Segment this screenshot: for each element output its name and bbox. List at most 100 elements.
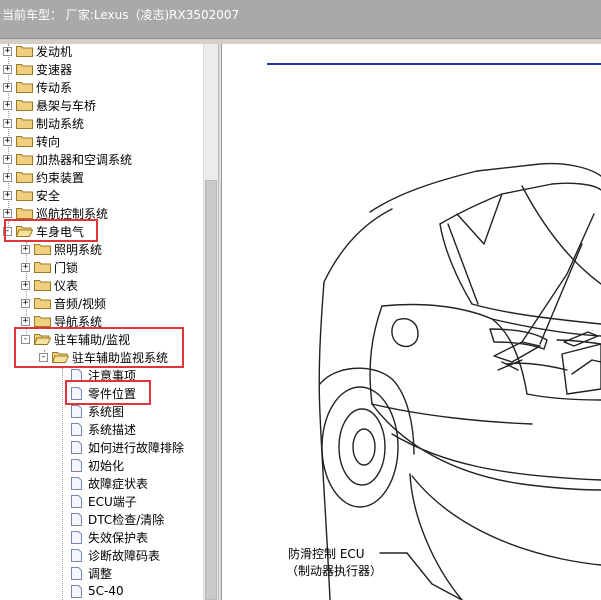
expand-toggle[interactable]: + (3, 64, 12, 74)
highlight-box-part-location (65, 380, 151, 405)
highlight-box-body-electrical (4, 219, 98, 242)
tree-item-drivetrain[interactable]: + 传动系 (3, 78, 72, 96)
doc-item[interactable]: 如何进行故障排除 (71, 438, 184, 456)
tree-item-suspension[interactable]: + 悬架与车桥 (3, 96, 96, 114)
expand-toggle[interactable]: + (3, 46, 12, 56)
navigation-tree[interactable]: + 发动机 + 变速器 + 传动系 + 悬架与车桥 + 制动系统 + 转向 + … (0, 44, 203, 600)
document-icon (71, 440, 82, 454)
folder-icon (16, 190, 33, 201)
folder-icon (16, 64, 33, 75)
current-model-label: 当前车型： 厂家:Lexus（凌志)RX3502007 (2, 8, 240, 22)
tree-item-brakes[interactable]: + 制动系统 (3, 114, 84, 132)
highlight-box-parking-assist (14, 327, 184, 368)
doc-item-label: 诊断故障码表 (88, 548, 161, 563)
folder-icon (16, 208, 33, 219)
folder-icon (34, 280, 51, 291)
expand-toggle[interactable]: + (3, 154, 12, 164)
tree-item-label: 转向 (36, 134, 61, 149)
expand-toggle[interactable]: + (3, 136, 12, 146)
folder-icon (34, 262, 51, 273)
tree-item-label: 安全 (36, 188, 61, 203)
tree-item-steering[interactable]: + 转向 (3, 132, 60, 150)
document-icon (71, 476, 82, 490)
expand-toggle[interactable]: + (21, 298, 30, 308)
tree-item-hvac[interactable]: + 加热器和空调系统 (3, 150, 132, 168)
expand-toggle[interactable]: + (3, 100, 12, 110)
document-icon (71, 404, 82, 418)
tree-connector (62, 368, 63, 600)
expand-toggle[interactable]: + (3, 208, 12, 218)
tree-item-lighting[interactable]: + 照明系统 (21, 240, 102, 258)
expand-toggle[interactable]: + (21, 262, 30, 272)
doc-item[interactable]: 系统描述 (71, 420, 136, 438)
folder-icon (16, 154, 33, 165)
folder-icon (16, 82, 33, 93)
doc-item-label: DTC检查/清除 (88, 512, 165, 527)
document-icon (71, 584, 82, 598)
tree-item-restraints[interactable]: + 约束装置 (3, 168, 84, 186)
title-bar: 当前车型： 厂家:Lexus（凌志)RX3502007 (0, 0, 601, 39)
folder-icon (34, 316, 51, 327)
vehicle-rear-diagram: 防滑控制 ECU （制动器执行器） (267, 63, 601, 600)
doc-item-label: 5C-40 (88, 584, 124, 598)
expand-toggle[interactable]: + (3, 82, 12, 92)
tree-item-label: 制动系统 (36, 116, 85, 131)
tree-scrollbar[interactable] (203, 44, 218, 600)
doc-item-label: 故障症状表 (88, 476, 149, 491)
tree-item-meter[interactable]: + 仪表 (21, 276, 78, 294)
tree-item-safety[interactable]: + 安全 (3, 186, 60, 204)
expand-toggle[interactable]: + (3, 172, 12, 182)
doc-item-label: 如何进行故障排除 (88, 440, 185, 455)
document-view: 防滑控制 ECU （制动器执行器） (222, 44, 601, 600)
document-icon (71, 530, 82, 544)
doc-item-label: 调整 (88, 566, 113, 581)
tree-item-label: 变速器 (36, 62, 73, 77)
doc-item-label: 系统描述 (88, 422, 137, 437)
doc-item[interactable]: 5C-40 (71, 582, 124, 600)
tree-item-label: 音频/视频 (54, 296, 107, 311)
doc-item-label: ECU端子 (88, 494, 137, 509)
document-icon (71, 512, 82, 526)
document-icon (71, 494, 82, 508)
folder-icon (34, 298, 51, 309)
document-icon (71, 566, 82, 580)
expand-toggle[interactable]: + (3, 190, 12, 200)
tree-item-label: 传动系 (36, 80, 73, 95)
document-icon (71, 422, 82, 436)
callout-line1: 防滑控制 ECU (288, 546, 365, 561)
doc-item[interactable]: DTC检查/清除 (71, 510, 164, 528)
folder-icon (16, 100, 33, 111)
scrollbar-thumb[interactable] (205, 180, 217, 600)
tree-item-label: 照明系统 (54, 242, 103, 257)
expand-toggle[interactable]: + (3, 118, 12, 128)
doc-item[interactable]: ECU端子 (71, 492, 137, 510)
tree-item-label: 门锁 (54, 260, 79, 275)
tree-item-transmission[interactable]: + 变速器 (3, 60, 72, 78)
document-icon (71, 458, 82, 472)
doc-item-label: 初始化 (88, 458, 125, 473)
tree-item-door-lock[interactable]: + 门锁 (21, 258, 78, 276)
tree-item-label: 发动机 (36, 44, 73, 59)
tree-item-engine[interactable]: + 发动机 (3, 44, 72, 60)
folder-icon (16, 46, 33, 57)
tree-item-label: 仪表 (54, 278, 79, 293)
expand-toggle[interactable]: + (21, 280, 30, 290)
folder-icon (16, 172, 33, 183)
folder-icon (16, 118, 33, 129)
doc-item-label: 失效保护表 (88, 530, 149, 545)
doc-item[interactable]: 故障症状表 (71, 474, 148, 492)
doc-item[interactable]: 初始化 (71, 456, 124, 474)
tree-item-label: 约束装置 (36, 170, 85, 185)
doc-item[interactable]: 诊断故障码表 (71, 546, 160, 564)
tree-item-label: 加热器和空调系统 (36, 152, 133, 167)
tree-item-label: 悬架与车桥 (36, 98, 97, 113)
expand-toggle[interactable]: + (21, 316, 30, 326)
doc-item-label: 系统图 (88, 404, 125, 419)
tree-item-audio-video[interactable]: + 音频/视频 (21, 294, 106, 312)
doc-item[interactable]: 调整 (71, 564, 112, 582)
document-icon (71, 548, 82, 562)
folder-icon (16, 136, 33, 147)
expand-toggle[interactable]: + (21, 244, 30, 254)
doc-item[interactable]: 失效保护表 (71, 528, 148, 546)
callout-line2: （制动器执行器） (286, 564, 382, 578)
